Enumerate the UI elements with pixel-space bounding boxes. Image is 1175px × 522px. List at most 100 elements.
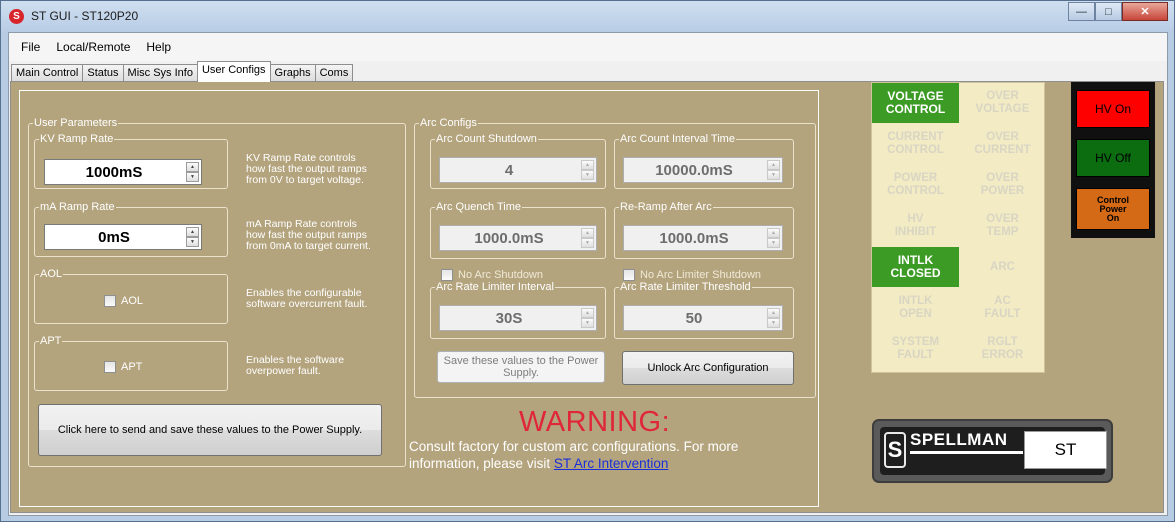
save-arc-values-line: Save these values to the Power xyxy=(443,355,599,367)
spin-up-icon[interactable]: ▲ xyxy=(767,160,780,170)
app-window: S ST GUI - ST120P20 — □ ✕ File Local/Rem… xyxy=(0,0,1175,522)
st-arc-intervention-link[interactable]: ST Arc Intervention xyxy=(554,456,669,471)
title-bar[interactable]: S ST GUI - ST120P20 — □ ✕ xyxy=(1,1,1174,31)
spin-down-icon[interactable]: ▼ xyxy=(581,238,594,248)
status-label: VOLTAGE xyxy=(975,103,1030,115)
unlock-arc-config-button[interactable]: Unlock Arc Configuration xyxy=(622,351,794,385)
close-button[interactable]: ✕ xyxy=(1122,2,1168,21)
arc-count-interval-input[interactable]: 10000.0mS ▲ ▼ xyxy=(623,157,783,183)
save-arc-values-line: Supply. xyxy=(503,367,539,379)
status-label: ARC xyxy=(990,260,1015,273)
spellman-s-logo-icon: S xyxy=(884,432,906,468)
save-arc-values-button[interactable]: Save these values to the Power Supply. xyxy=(437,351,605,383)
status-label: POWER xyxy=(980,185,1025,197)
spin-down-icon[interactable]: ▼ xyxy=(767,170,780,180)
no-arc-limiter-checkbox[interactable]: No Arc Limiter Shutdown xyxy=(623,269,761,281)
no-arc-limiter-label: No Arc Limiter Shutdown xyxy=(640,269,762,281)
spin-up-icon[interactable]: ▲ xyxy=(186,162,199,172)
status-label: OVER xyxy=(986,213,1019,225)
aol-description: Enables the configurable software overcu… xyxy=(246,288,367,310)
status-label: HV xyxy=(907,213,924,225)
aol-desc-line: software overcurrent fault. xyxy=(246,298,368,310)
hv-on-button[interactable]: HV On xyxy=(1076,90,1150,128)
arc-configs-legend: Arc Configs xyxy=(420,117,477,129)
ma-ramp-spinner[interactable]: ▲ ▼ xyxy=(186,227,199,247)
spin-up-icon[interactable]: ▲ xyxy=(186,227,199,237)
re-ramp-spinner[interactable]: ▲ ▼ xyxy=(767,228,780,248)
spin-up-icon[interactable]: ▲ xyxy=(767,308,780,318)
spin-down-icon[interactable]: ▼ xyxy=(581,318,594,328)
kv-ramp-spinner[interactable]: ▲ ▼ xyxy=(186,162,199,182)
apt-checkbox[interactable]: APT xyxy=(104,361,142,373)
status-label: TEMP xyxy=(986,226,1019,238)
kv-ramp-input[interactable]: 1000mS ▲ ▼ xyxy=(44,159,202,185)
arc-rate-threshold-input[interactable]: 50 ▲ ▼ xyxy=(623,305,783,331)
spin-up-icon[interactable]: ▲ xyxy=(581,160,594,170)
user-parameters-legend: User Parameters xyxy=(34,117,118,129)
status-label: OVER xyxy=(986,172,1019,184)
status-power-control: POWER CONTROL xyxy=(872,165,959,205)
tab-graphs[interactable]: Graphs xyxy=(269,64,316,82)
re-ramp-legend: Re-Ramp After Arc xyxy=(620,201,712,213)
minimize-icon: — xyxy=(1076,5,1087,18)
logo-brand: SPELLMAN xyxy=(910,430,1008,449)
arc-rate-interval-input[interactable]: 30S ▲ ▼ xyxy=(439,305,597,331)
arc-count-shutdown-input[interactable]: 4 ▲ ▼ xyxy=(439,157,597,183)
spin-down-icon[interactable]: ▼ xyxy=(186,237,199,247)
apt-description: Enables the software overpower fault. xyxy=(246,355,344,377)
status-label: OVER xyxy=(986,131,1019,143)
send-save-button[interactable]: Click here to send and save these values… xyxy=(38,404,382,456)
status-indicator-grid: VOLTAGE CONTROL OVER VOLTAGE CURRENT CONTRO… xyxy=(871,82,1045,373)
spin-down-icon[interactable]: ▼ xyxy=(767,238,780,248)
tab-coms[interactable]: Coms xyxy=(314,64,354,82)
spin-down-icon[interactable]: ▼ xyxy=(186,172,199,182)
tab-user-configs[interactable]: User Configs xyxy=(196,61,271,82)
aol-checkbox-box[interactable] xyxy=(104,295,116,307)
maximize-button[interactable]: □ xyxy=(1095,2,1122,21)
tab-main-control[interactable]: Main Control xyxy=(11,64,84,82)
status-label: FAULT xyxy=(897,349,934,361)
status-hv-inhibit: HV INHIBIT xyxy=(872,206,959,246)
arc-rate-threshold-spinner[interactable]: ▲ ▼ xyxy=(767,308,780,328)
window-controls: — □ ✕ xyxy=(1068,2,1168,21)
arc-quench-input[interactable]: 1000.0mS ▲ ▼ xyxy=(439,225,597,251)
tab-misc-sys-info[interactable]: Misc Sys Info xyxy=(122,64,198,82)
maximize-icon: □ xyxy=(1105,5,1112,18)
arc-rate-interval-spinner[interactable]: ▲ ▼ xyxy=(581,308,594,328)
arc-quench-value: 1000.0mS xyxy=(474,229,544,247)
spin-down-icon[interactable]: ▼ xyxy=(581,170,594,180)
menu-file[interactable]: File xyxy=(13,40,48,54)
spellman-s-icon: S xyxy=(9,9,24,24)
arc-count-interval-spinner[interactable]: ▲ ▼ xyxy=(767,160,780,180)
tab-status[interactable]: Status xyxy=(82,64,124,82)
status-label: AC xyxy=(994,295,1011,307)
ma-ramp-input[interactable]: 0mS ▲ ▼ xyxy=(44,224,202,250)
no-arc-shutdown-label: No Arc Shutdown xyxy=(458,269,543,281)
control-power-button[interactable]: Control Power On xyxy=(1076,188,1150,230)
aol-checkbox[interactable]: AOL xyxy=(104,295,143,307)
status-arc: ARC xyxy=(959,247,1046,287)
status-label: INTLK xyxy=(898,295,933,307)
no-arc-limiter-box[interactable] xyxy=(623,269,635,281)
spin-down-icon[interactable]: ▼ xyxy=(767,318,780,328)
spin-up-icon[interactable]: ▲ xyxy=(767,228,780,238)
arc-count-shutdown-spinner[interactable]: ▲ ▼ xyxy=(581,160,594,180)
no-arc-shutdown-box[interactable] xyxy=(441,269,453,281)
re-ramp-input[interactable]: 1000.0mS ▲ ▼ xyxy=(623,225,783,251)
menu-local-remote[interactable]: Local/Remote xyxy=(48,40,138,54)
arc-quench-legend: Arc Quench Time xyxy=(436,201,521,213)
spin-up-icon[interactable]: ▲ xyxy=(581,228,594,238)
apt-checkbox-label: APT xyxy=(121,361,143,373)
apt-checkbox-box[interactable] xyxy=(104,361,116,373)
minimize-button[interactable]: — xyxy=(1068,2,1095,21)
hv-off-button[interactable]: HV Off xyxy=(1076,139,1150,177)
status-ac-fault: AC FAULT xyxy=(959,288,1046,328)
logo-underline xyxy=(910,451,1023,454)
aol-legend: AOL xyxy=(40,268,63,280)
kv-ramp-legend: KV Ramp Rate xyxy=(40,133,114,145)
spin-up-icon[interactable]: ▲ xyxy=(581,308,594,318)
menu-help[interactable]: Help xyxy=(138,40,179,54)
kv-ramp-desc-line: from 0V to target voltage. xyxy=(246,174,364,186)
no-arc-shutdown-checkbox[interactable]: No Arc Shutdown xyxy=(441,269,543,281)
arc-quench-spinner[interactable]: ▲ ▼ xyxy=(581,228,594,248)
